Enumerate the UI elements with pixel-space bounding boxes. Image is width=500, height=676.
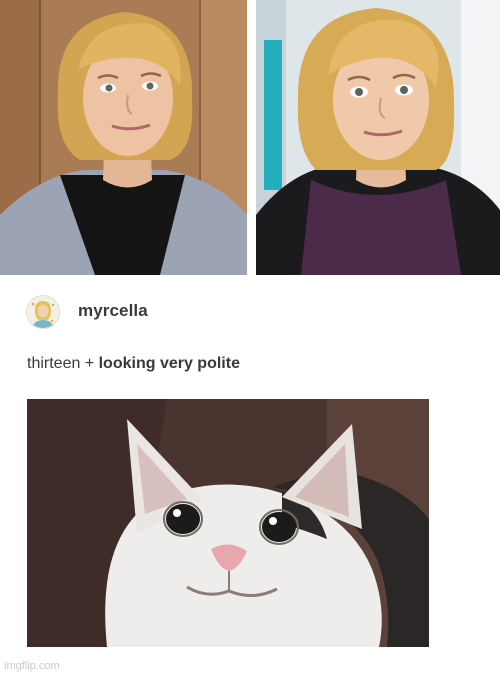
caption-bold-text: looking very polite <box>98 355 240 372</box>
meme-photo-polite-cat <box>27 399 429 647</box>
user-avatar[interactable] <box>27 296 59 328</box>
meme-photo-top-right <box>256 0 500 275</box>
caption-plain-text: thirteen + <box>27 355 99 372</box>
post-username[interactable]: myrcella <box>78 301 148 321</box>
meme-photo-top-left <box>0 0 247 275</box>
post-caption: thirteen + looking very polite <box>27 355 240 373</box>
avatar-illustration-icon <box>27 296 59 328</box>
imgflip-watermark: imgflip.com <box>4 660 60 672</box>
